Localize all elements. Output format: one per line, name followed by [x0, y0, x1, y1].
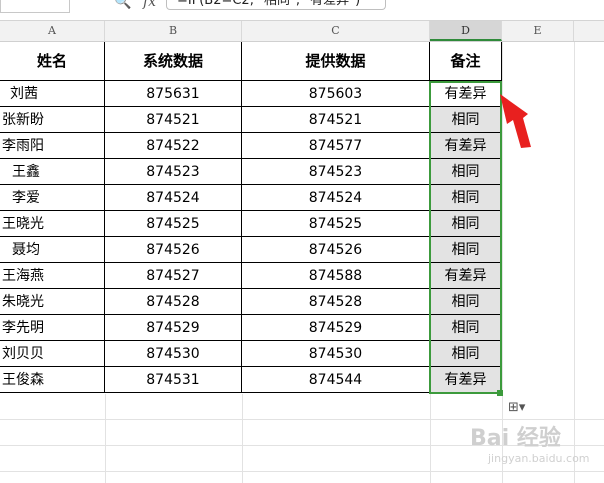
- arrow-shape: [500, 94, 531, 148]
- annotation-arrow: [500, 94, 531, 148]
- watermark-url: jingyan.baidu.com: [488, 452, 590, 465]
- watermark-logo: Bai 经验: [470, 426, 561, 451]
